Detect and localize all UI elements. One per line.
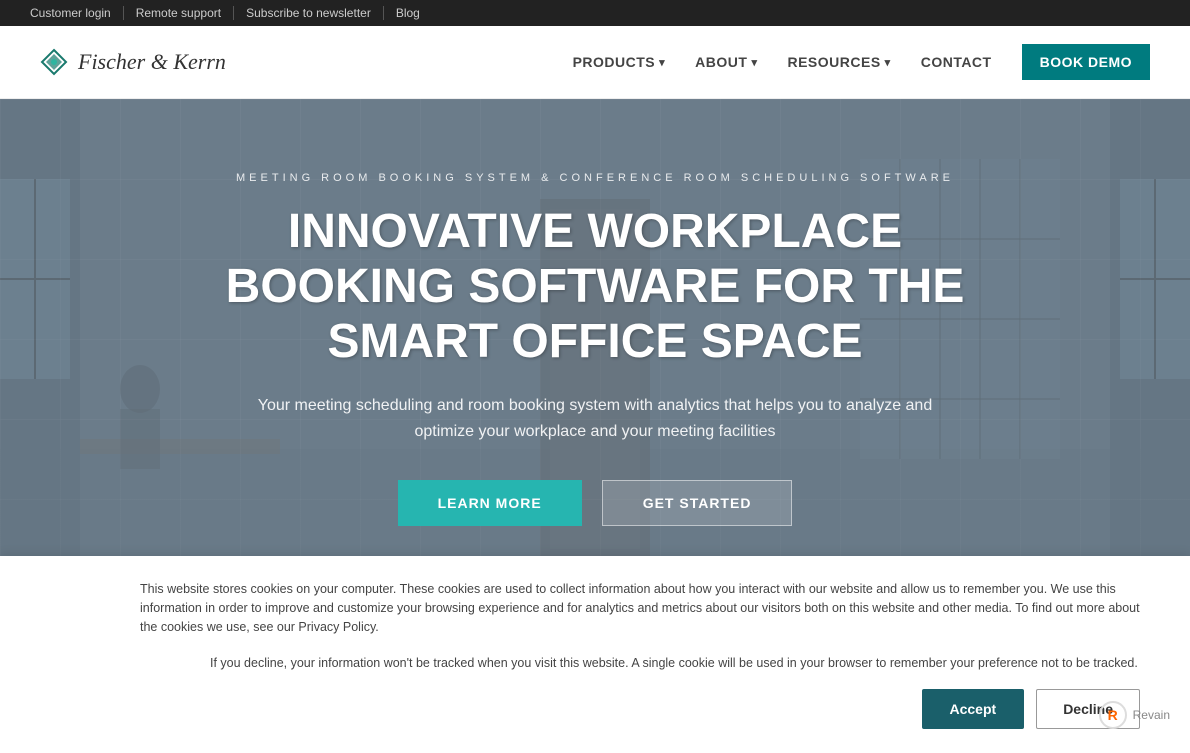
hero-content: MEETING ROOM BOOKING SYSTEM & CONFERENCE… xyxy=(145,172,1045,527)
hero-subtitle: MEETING ROOM BOOKING SYSTEM & CONFERENCE… xyxy=(205,172,985,184)
cookie-secondary-text: If you decline, your information won't b… xyxy=(140,654,1150,673)
nav-about[interactable]: ABOUT xyxy=(695,54,757,70)
nav-contact[interactable]: CONTACT xyxy=(921,54,992,70)
topbar-customer-login[interactable]: Customer login xyxy=(30,6,124,20)
hero-section: MEETING ROOM BOOKING SYSTEM & CONFERENCE… xyxy=(0,99,1190,599)
main-nav: PRODUCTS ABOUT RESOURCES CONTACT BOOK DE… xyxy=(573,44,1150,80)
header: Fischer & Kerrn PRODUCTS ABOUT RESOURCES… xyxy=(0,26,1190,99)
hero-primary-btn[interactable]: LEARN MORE xyxy=(398,480,582,526)
revain-badge: R Revain xyxy=(1099,701,1170,729)
hero-secondary-btn[interactable]: GET STARTED xyxy=(602,480,793,526)
logo-text: Fischer & Kerrn xyxy=(78,49,226,75)
revain-label: Revain xyxy=(1133,708,1170,722)
revain-icon: R xyxy=(1099,701,1127,729)
logo[interactable]: Fischer & Kerrn xyxy=(40,48,226,76)
hero-title: INNOVATIVE WORKPLACE BOOKING SOFTWARE FO… xyxy=(205,204,985,370)
logo-icon xyxy=(40,48,68,76)
cookie-banner: This website stores cookies on your comp… xyxy=(0,556,1190,753)
cookie-main-text: This website stores cookies on your comp… xyxy=(140,580,1150,638)
topbar-remote-support[interactable]: Remote support xyxy=(124,6,234,20)
topbar-blog[interactable]: Blog xyxy=(384,6,432,20)
cookie-accept-button[interactable]: Accept xyxy=(922,689,1025,729)
nav-products[interactable]: PRODUCTS xyxy=(573,54,666,70)
hero-buttons: LEARN MORE GET STARTED xyxy=(205,480,985,526)
hero-description: Your meeting scheduling and room booking… xyxy=(235,393,955,444)
top-bar: Customer login Remote support Subscribe … xyxy=(0,0,1190,26)
nav-book-demo[interactable]: BOOK DEMO xyxy=(1022,44,1150,80)
nav-resources[interactable]: RESOURCES xyxy=(787,54,890,70)
topbar-subscribe[interactable]: Subscribe to newsletter xyxy=(234,6,384,20)
cookie-actions: Accept Decline xyxy=(140,689,1150,729)
